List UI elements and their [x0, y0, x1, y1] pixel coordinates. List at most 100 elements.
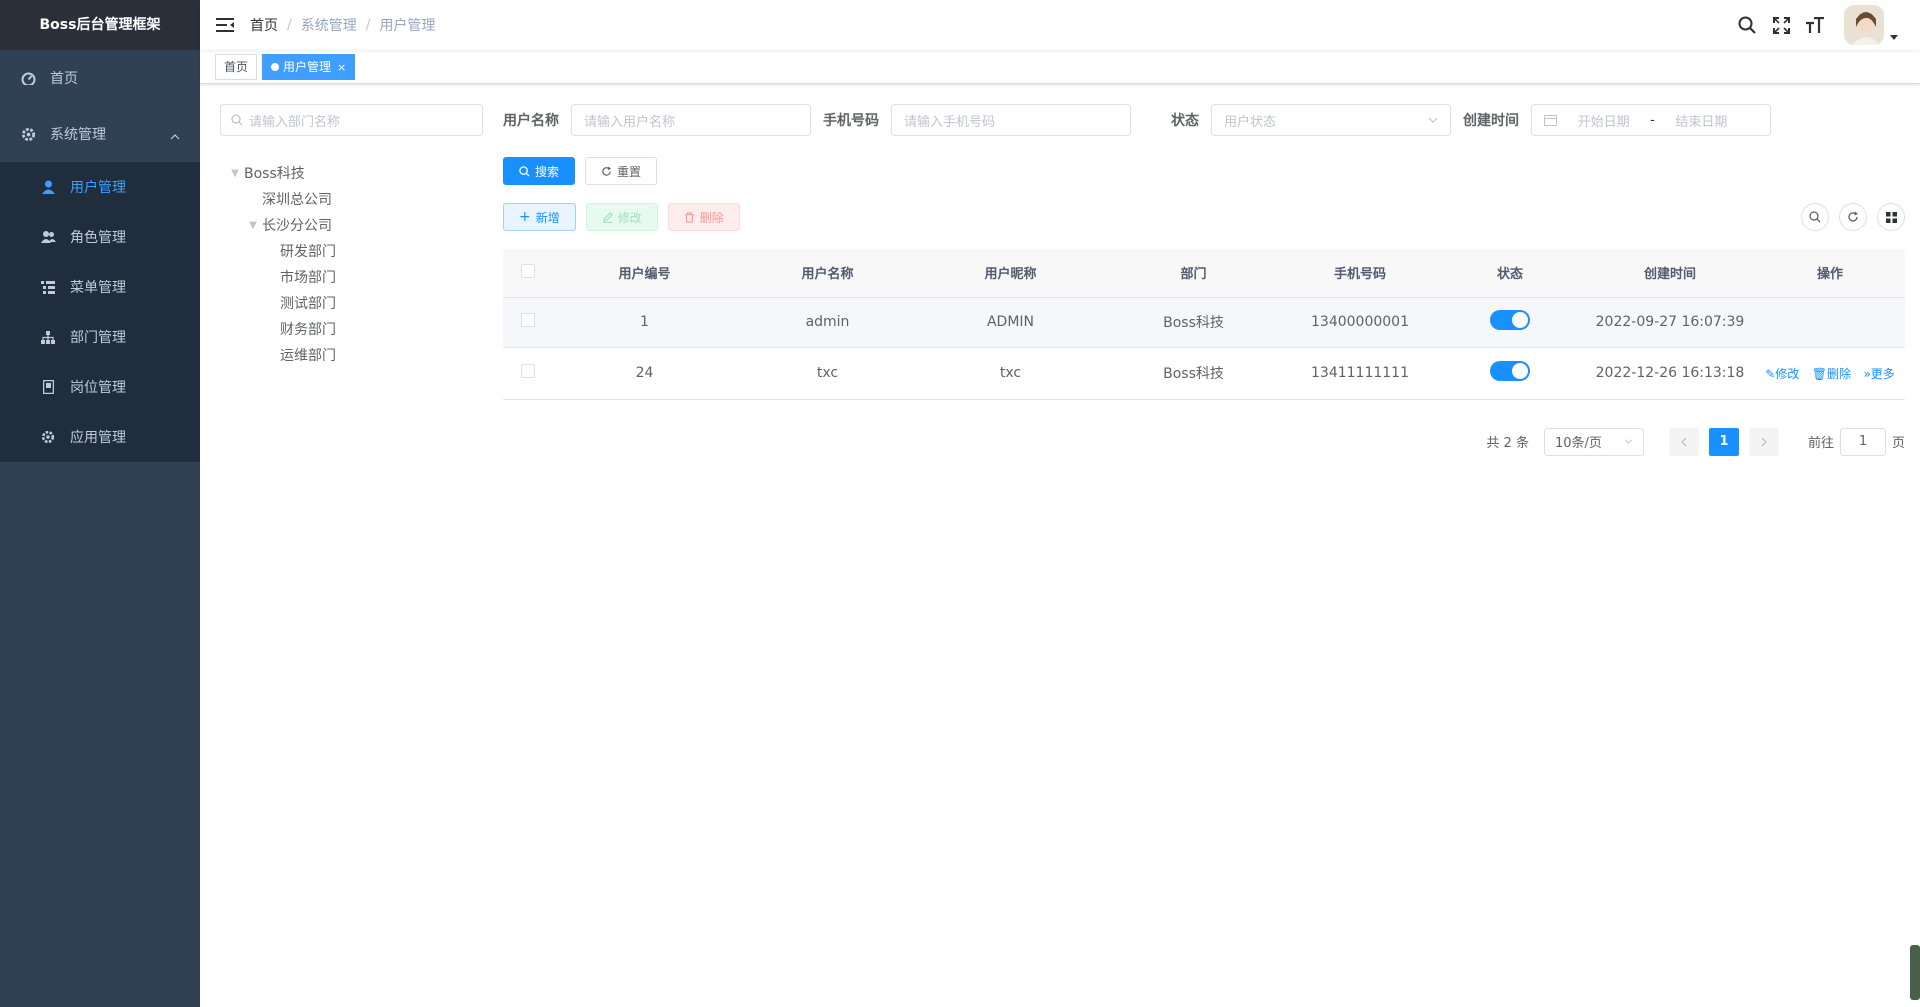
date-range-picker[interactable]: 开始日期 - 结束日期 — [1531, 104, 1771, 136]
caret-down-icon[interactable]: ▼ — [226, 168, 244, 179]
username-label: 用户名称 — [503, 113, 559, 129]
tree-node-label: 长沙分公司 — [262, 218, 332, 234]
plus-icon: + — [519, 209, 531, 225]
tree-node[interactable]: 市场部门 — [220, 264, 483, 290]
column-header: 操作 — [1755, 249, 1905, 298]
breadcrumb-separator: / — [365, 17, 371, 33]
row-edit-link[interactable]: ✎修改 — [1765, 367, 1799, 381]
tag-users[interactable]: 用户管理 × — [262, 53, 356, 80]
sidebar-item-menus[interactable]: 菜单管理 — [0, 262, 200, 312]
chevron-up-icon — [170, 128, 180, 144]
app-logo-title[interactable]: Boss后台管理框架 — [0, 0, 200, 50]
status-label: 状态 — [1171, 113, 1199, 129]
username-input[interactable]: 请输入用户名称 — [571, 104, 811, 136]
tree-node[interactable]: ▼ Boss科技 — [220, 160, 483, 186]
row-delete-link[interactable]: 🗑删除 — [1812, 367, 1851, 381]
goto-label: 前往 — [1807, 436, 1834, 451]
font-size-icon[interactable] — [1798, 0, 1832, 50]
sidebar-item-roles[interactable]: 角色管理 — [0, 212, 200, 262]
search-actions: 搜索 重置 — [503, 157, 1905, 185]
cell-ops — [1755, 297, 1905, 348]
row-more-link[interactable]: »更多 — [1863, 367, 1894, 381]
hamburger-icon[interactable] — [200, 0, 250, 50]
tree-node[interactable]: ▼ 长沙分公司 — [220, 212, 483, 238]
fullscreen-icon[interactable] — [1764, 0, 1798, 50]
phone-input[interactable]: 请输入手机号码 — [891, 104, 1131, 136]
breadcrumb-system: 系统管理 — [300, 18, 357, 34]
prev-page-button[interactable] — [1668, 427, 1699, 456]
breadcrumb-users: 用户管理 — [379, 18, 436, 34]
table-row[interactable]: 1 admin ADMIN Boss科技 13400000001 2022-09… — [503, 297, 1905, 348]
tree-node[interactable]: 研发部门 — [220, 238, 483, 264]
search-icon[interactable] — [1730, 0, 1764, 50]
search-button-label: 搜索 — [535, 164, 560, 179]
reset-button[interactable]: 重置 — [585, 157, 658, 185]
tag-label: 用户管理 — [283, 59, 332, 74]
cell-username: admin — [736, 297, 919, 348]
post-icon — [40, 379, 56, 395]
sidebar-item-system[interactable]: 系统管理 — [0, 106, 200, 162]
edit-button[interactable]: 修改 — [585, 203, 658, 231]
refresh-icon[interactable] — [1839, 203, 1867, 231]
sidebar-item-home[interactable]: 首页 — [0, 50, 200, 106]
user-content: 用户名称 请输入用户名称 手机号码 请输入手机号码 状态 用户状态 创建时间 开… — [503, 104, 1905, 456]
caret-down-icon[interactable]: ▼ — [244, 220, 262, 231]
sidebar-item-label: 首页 — [50, 71, 78, 87]
caret-down-icon[interactable] — [1890, 25, 1898, 44]
tree-node[interactable]: 测试部门 — [220, 290, 483, 316]
tree-node[interactable]: 财务部门 — [220, 316, 483, 342]
reset-button-label: 重置 — [617, 164, 642, 179]
toggle-search-icon[interactable] — [1801, 203, 1829, 231]
end-date-placeholder[interactable]: 结束日期 — [1675, 111, 1727, 130]
breadcrumb-separator: / — [287, 17, 292, 33]
created-label: 创建时间 — [1463, 113, 1519, 129]
close-icon[interactable]: × — [337, 61, 346, 74]
table-row[interactable]: 24 txc txc Boss科技 13411111111 2022-12-26… — [503, 347, 1905, 400]
page-number-current[interactable]: 1 — [1708, 427, 1739, 456]
scrollbar-thumb[interactable] — [1910, 945, 1920, 1000]
cell-created: 2022-09-27 16:07:39 — [1585, 297, 1755, 348]
right-menu — [1730, 0, 1898, 50]
status-placeholder: 用户状态 — [1224, 114, 1277, 130]
goto-page-input[interactable]: 1 — [1839, 427, 1886, 456]
sidebar-item-depts[interactable]: 部门管理 — [0, 312, 200, 362]
row-checkbox[interactable] — [503, 347, 553, 400]
dashboard-icon — [20, 70, 36, 86]
column-header: 用户昵称 — [919, 249, 1102, 298]
sidebar-item-apps[interactable]: 应用管理 — [0, 412, 200, 462]
sidebar-item-label: 菜单管理 — [70, 280, 126, 296]
breadcrumb-home[interactable]: 首页 — [250, 15, 278, 35]
cell-username: txc — [736, 347, 919, 400]
tree-node-label: 研发部门 — [280, 244, 336, 260]
dept-search-input[interactable]: 请输入部门名称 — [220, 104, 483, 136]
select-all-checkbox[interactable] — [503, 249, 553, 298]
start-date-placeholder[interactable]: 开始日期 — [1578, 111, 1630, 130]
status-switch[interactable] — [1435, 347, 1585, 400]
status-switch[interactable] — [1435, 297, 1585, 348]
active-dot-icon — [271, 62, 280, 71]
sidebar-item-users[interactable]: 用户管理 — [0, 162, 200, 212]
sidebar-item-posts[interactable]: 岗位管理 — [0, 362, 200, 412]
avatar[interactable] — [1844, 5, 1884, 45]
tag-home[interactable]: 首页 — [215, 53, 258, 80]
sidebar-item-label: 角色管理 — [70, 230, 126, 246]
edit-icon — [602, 211, 613, 223]
user-icon — [40, 179, 56, 195]
sidebar: Boss后台管理框架 首页 系统管理 用户管理 角色管理 菜单管理 部门管理 岗… — [0, 0, 200, 1007]
username-placeholder: 请输入用户名称 — [584, 114, 676, 130]
columns-grid-icon[interactable] — [1877, 203, 1905, 231]
cell-ops: ✎修改 🗑删除 »更多 — [1755, 347, 1905, 400]
search-button[interactable]: 搜索 — [503, 157, 576, 185]
goto-suffix: 页 — [1891, 436, 1905, 451]
table-header-row: 用户编号 用户名称 用户昵称 部门 手机号码 状态 创建时间 操作 — [503, 249, 1905, 298]
page-size-select[interactable]: 10条/页 — [1543, 427, 1644, 456]
org-tree-icon — [40, 329, 56, 345]
status-select[interactable]: 用户状态 — [1211, 104, 1451, 136]
delete-button[interactable]: 删除 — [667, 203, 740, 231]
next-page-button[interactable] — [1748, 427, 1779, 456]
add-button[interactable]: + 新增 — [503, 203, 576, 231]
cell-phone: 13411111111 — [1285, 347, 1435, 400]
row-checkbox[interactable] — [503, 297, 553, 348]
tree-node[interactable]: 深圳总公司 — [220, 186, 483, 212]
tree-node[interactable]: 运维部门 — [220, 342, 483, 368]
